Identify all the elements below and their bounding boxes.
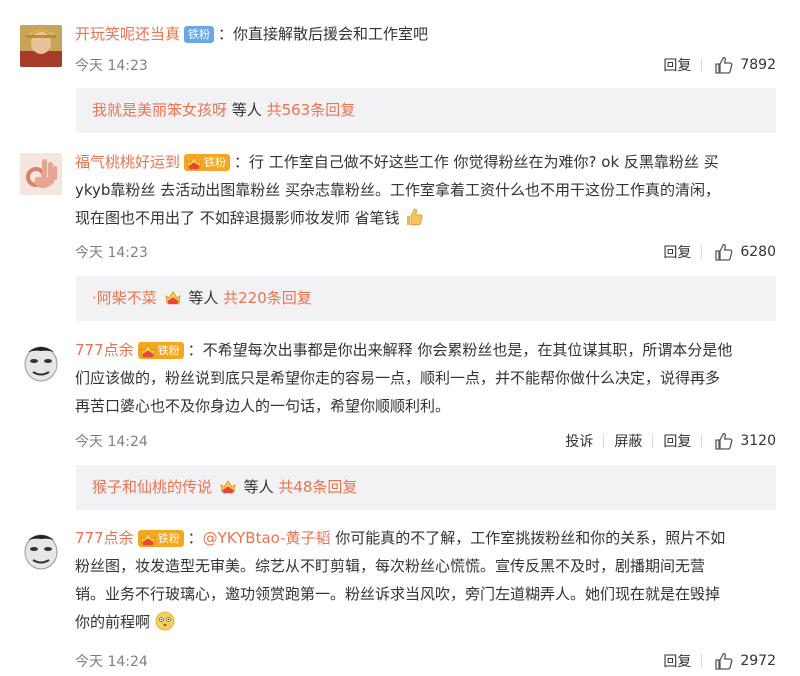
like-count: 2972	[740, 653, 776, 669]
comment-meta: 今天 14:23 回复 7892	[75, 55, 780, 77]
timestamp: 今天 14:24	[75, 434, 148, 450]
replies-summary[interactable]: 我就是美丽笨女孩呀 等人 共563条回复	[76, 88, 776, 133]
crown-heart-icon	[139, 340, 157, 360]
meme-face-avatar-icon	[20, 530, 62, 572]
reply-button[interactable]: 回复	[653, 242, 701, 262]
comment-content-line: 销。业务不行玻璃心，邀功领赏跑第一。粉丝诉求当风吹，旁门左道糊弄人。她们现在就是…	[75, 585, 721, 603]
like-button[interactable]: 2972	[702, 651, 776, 671]
comment-text: 开玩笑呢还当真 铁粉 ：你直接解散后援会和工作室吧	[75, 20, 780, 48]
reply-count[interactable]: 共220条回复	[223, 289, 312, 307]
reply-count[interactable]: 共48条回复	[278, 478, 357, 496]
like-button[interactable]: 3120	[702, 431, 776, 451]
thumbs-up-emoji-icon	[407, 208, 423, 226]
username[interactable]: 福气桃桃好运到	[75, 153, 180, 171]
reply-button[interactable]: 回复	[653, 431, 701, 451]
thumbs-up-icon	[714, 651, 734, 671]
reply-username[interactable]: 阿柴不菜	[97, 289, 157, 307]
comment-content-line: 你的前程啊	[75, 613, 151, 631]
timestamp: 今天 14:23	[75, 58, 148, 74]
comment-content: ：不希望每次出事都是你出来解释 你会累粉丝也是，在其位谋其职，所谓本分是他	[187, 341, 733, 359]
username[interactable]: 777点余	[75, 341, 134, 359]
like-count: 7892	[740, 57, 776, 73]
timestamp: 今天 14:23	[75, 245, 148, 261]
user-avatar[interactable]	[20, 342, 62, 384]
reply-mid-text: 等人	[227, 101, 267, 119]
report-button[interactable]: 投诉	[555, 431, 603, 451]
crown-heart-icon	[162, 287, 184, 307]
comment-content-line: ykyb靠粉丝 去活动出图靠粉丝 买杂志靠粉丝。工作室拿着工资什么也不用干这份工…	[75, 181, 720, 199]
ok-hand-avatar-icon	[20, 153, 62, 195]
comment-content: 你可能真的不了解，工作室挑拨粉丝和你的关系，照片不如	[330, 529, 726, 547]
username[interactable]: 777点余	[75, 529, 134, 547]
crown-heart-icon	[139, 528, 157, 548]
avatar-image-icon	[20, 25, 62, 67]
comment-content-line: 们应该做的，粉丝说到底只是希望你走的容易一点，顺利一点，并不能帮你做什么决定，说…	[75, 369, 721, 387]
reply-mid-text: 等人	[238, 478, 279, 496]
comment-content-line: 再苦口婆心也不及你身边人的一句话，希望你顺顺利利。	[75, 397, 451, 415]
comment-text: 777点余 铁粉 ：@YKYBtao-黄子韬 你可能真的不了解，工作室挑拨粉丝和你的…	[75, 524, 780, 636]
user-avatar[interactable]	[20, 530, 62, 572]
meme-face-avatar-icon	[20, 342, 62, 384]
crown-heart-icon	[217, 476, 239, 496]
replies-summary[interactable]: ·阿柴不菜 等人 共220条回复	[76, 276, 776, 321]
comment-text: 777点余 铁粉 ：不希望每次出事都是你出来解释 你会累粉丝也是，在其位谋其职，所谓…	[75, 336, 780, 420]
comment-content: ：你直接解散后援会和工作室吧	[218, 25, 429, 43]
block-button[interactable]: 屏蔽	[604, 431, 652, 451]
username[interactable]: 开玩笑呢还当真	[75, 25, 180, 43]
comment-meta: 今天 14:24 投诉 屏蔽 回复 3120	[75, 431, 780, 453]
reply-button[interactable]: 回复	[653, 55, 701, 75]
fan-badge[interactable]: 铁粉	[137, 340, 184, 360]
timestamp: 今天 14:24	[75, 654, 148, 670]
thumbs-up-icon	[714, 242, 734, 262]
like-button[interactable]: 7892	[702, 55, 776, 75]
comment-content: ：行 工作室自己做不好这些工作 你觉得粉丝在为难你? ok 反黑靠粉丝 买	[234, 153, 719, 171]
user-avatar[interactable]	[20, 25, 62, 67]
reply-username[interactable]: 猴子和仙桃的传说	[92, 478, 212, 496]
thumbs-up-icon	[714, 431, 734, 451]
comment-actions: 投诉 屏蔽 回复 3120	[555, 431, 776, 451]
flushed-face-emoji-icon	[155, 611, 175, 631]
comment-actions: 回复 2972	[653, 651, 776, 671]
reply-mid-text: 等人	[183, 289, 224, 307]
comment-content-line: 粉丝图，妆发造型无审美。综艺从不盯剪辑，每次粉丝心慌慌。宣传反黑不及时，剧播期间…	[75, 557, 706, 575]
comment-actions: 回复 6280	[653, 242, 776, 262]
fan-badge[interactable]: 铁粉	[137, 528, 184, 548]
reply-button[interactable]: 回复	[653, 651, 701, 671]
user-mention-link[interactable]: @YKYBtao-黄子韬	[203, 529, 331, 547]
comment-text: 福气桃桃好运到 铁粉 ：行 工作室自己做不好这些工作 你觉得粉丝在为难你? ok 反…	[75, 148, 780, 232]
fan-badge[interactable]: 铁粉	[184, 152, 231, 172]
comment-meta: 今天 14:24 回复 2972	[75, 651, 780, 673]
like-count: 3120	[740, 433, 776, 449]
fan-badge[interactable]: 铁粉	[184, 26, 215, 43]
comment-meta: 今天 14:23 回复 6280	[75, 242, 780, 264]
like-button[interactable]: 6280	[702, 242, 776, 262]
reply-count[interactable]: 共563条回复	[267, 101, 356, 119]
comment-actions: 回复 7892	[653, 55, 776, 75]
thumbs-up-icon	[714, 55, 734, 75]
like-count: 6280	[740, 244, 776, 260]
replies-summary[interactable]: 猴子和仙桃的传说 等人 共48条回复	[76, 465, 776, 510]
user-avatar[interactable]	[20, 153, 62, 195]
reply-username[interactable]: 我就是美丽笨女孩呀	[92, 101, 227, 119]
crown-heart-icon	[185, 152, 203, 172]
comment-content-line: 现在图也不用出了 不如辞退摄影师妆发师 省笔钱	[75, 209, 400, 227]
